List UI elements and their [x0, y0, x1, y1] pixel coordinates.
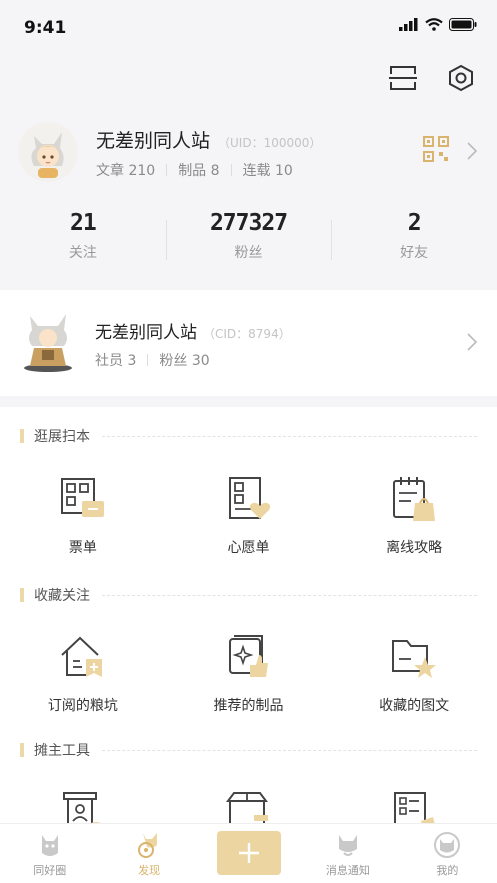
count-following[interactable]: 21 关注: [0, 210, 166, 272]
discover-icon: [138, 833, 158, 858]
section-row: 票单 心愿单 离线攻略: [0, 475, 497, 557]
count-value: 277327: [209, 210, 288, 236]
count-label: 粉丝: [234, 245, 263, 261]
chevron-right-icon[interactable]: [467, 333, 477, 351]
tools-panel: 逛展扫本 票单 心愿单 离线攻略 收藏关注 订阅的粮坑 推荐的制品 收藏的图文 …: [0, 407, 497, 832]
divider: [166, 164, 168, 176]
tab-discover[interactable]: 发现: [99, 824, 198, 883]
settings-hex-icon: [449, 64, 473, 92]
divider: [230, 164, 232, 176]
section-bar: [20, 588, 24, 602]
battery-icon: [449, 18, 477, 31]
status-time: 9:41: [24, 18, 67, 38]
club-members: 社员 3: [95, 353, 137, 369]
ticket-icon: [60, 478, 104, 517]
settings-button[interactable]: [445, 62, 477, 94]
divider: [102, 594, 477, 596]
tab-circle[interactable]: 同好圈: [0, 824, 99, 883]
wifi-icon: [425, 18, 443, 31]
section-header: 收藏关注: [20, 586, 477, 604]
section-title: 收藏关注: [34, 588, 90, 604]
club-card[interactable]: 无差别同人站 （CID：8794） 社员 3 粉丝 30: [0, 290, 497, 396]
tab-publish[interactable]: [199, 824, 298, 883]
section-bar: [20, 429, 24, 443]
subscribe-house-icon: [61, 636, 102, 677]
plus-icon: [238, 843, 259, 863]
status-icons: [399, 18, 477, 31]
profile-uid: （UID：100000）: [218, 136, 322, 150]
follow-counts: 21 关注 277327 粉丝 2 好友: [0, 210, 497, 272]
count-fans[interactable]: 277327 粉丝: [165, 210, 332, 272]
tab-label: 发现: [138, 864, 161, 877]
tool-recommended[interactable]: 推荐的制品: [166, 633, 332, 715]
scan-button[interactable]: [387, 62, 419, 94]
status-bar: 9:41: [0, 0, 497, 56]
club-avatar-illustration: [24, 314, 72, 372]
avatar[interactable]: [18, 122, 78, 182]
club-fans: 粉丝 30: [159, 353, 210, 369]
club-stats: 社员 3 粉丝 30: [95, 350, 210, 370]
profile-stats: 文章 210 制品 8 连载 10: [96, 160, 293, 180]
club-cid: （CID：8794）: [203, 327, 291, 341]
signal-icon: [399, 18, 418, 31]
count-value: 21: [69, 210, 97, 236]
tool-offline-guide[interactable]: 离线攻略: [331, 475, 497, 557]
divider: [147, 354, 149, 366]
recommend-icon: [228, 635, 268, 677]
circle-cat-icon: [41, 835, 58, 856]
stat-serials: 连载 10: [242, 163, 293, 179]
count-friends[interactable]: 2 好友: [331, 210, 497, 272]
section-header: 逛展扫本: [20, 427, 477, 445]
tab-label: 消息通知: [325, 864, 370, 877]
section-title: 摊主工具: [34, 743, 90, 759]
tool-saved-posts[interactable]: 收藏的图文: [331, 633, 497, 715]
profile-header[interactable]: 无差别同人站 （UID：100000） 文章 210 制品 8 连载 10: [0, 118, 497, 198]
profile-name: 无差别同人站: [96, 130, 211, 152]
tab-label: 同好圈: [33, 864, 67, 877]
section-title: 逛展扫本: [34, 429, 90, 445]
wishlist-icon: [228, 477, 270, 519]
tab-mine[interactable]: 我的: [398, 824, 497, 883]
section-row: 订阅的粮坑 推荐的制品 收藏的图文: [0, 633, 497, 715]
stat-articles: 文章 210: [96, 163, 156, 179]
publish-button[interactable]: [216, 831, 281, 875]
tool-label: 收藏的图文: [379, 698, 450, 714]
profile-cat-icon: [434, 832, 461, 858]
stat-products: 制品 8: [178, 163, 220, 179]
tool-label: 推荐的制品: [213, 698, 284, 714]
section-bar: [20, 743, 24, 757]
chevron-right-icon[interactable]: [467, 142, 477, 160]
folder-star-icon: [392, 640, 437, 678]
offline-guide-icon: [393, 477, 436, 521]
tab-messages[interactable]: 消息通知: [298, 824, 397, 883]
profile-name-line: 无差别同人站 （UID：100000）: [96, 126, 321, 153]
count-value: 2: [407, 210, 422, 236]
message-icon: [338, 835, 357, 856]
tool-label: 心愿单: [227, 540, 270, 556]
tool-tickets[interactable]: 票单: [0, 475, 166, 557]
count-label: 关注: [68, 245, 97, 261]
avatar-illustration: [18, 122, 78, 182]
tool-label: 票单: [68, 540, 97, 556]
qr-code-button[interactable]: [423, 136, 449, 166]
count-label: 好友: [400, 245, 429, 261]
club-name: 无差别同人站: [95, 323, 197, 343]
club-avatar: [20, 308, 76, 374]
tool-label: 订阅的粮坑: [47, 698, 118, 714]
divider: [102, 749, 477, 751]
qr-code-icon: [423, 136, 449, 162]
section-header: 摊主工具: [20, 741, 477, 759]
bottom-tab-bar: 同好圈 发现 消息通知 我的: [0, 823, 497, 883]
tab-label: 我的: [436, 864, 459, 877]
divider: [102, 435, 477, 437]
tool-wishlist[interactable]: 心愿单: [166, 475, 332, 557]
scan-icon: [389, 66, 417, 90]
top-actions: [387, 62, 477, 94]
club-name-line: 无差别同人站 （CID：8794）: [95, 318, 291, 343]
tool-subscriptions[interactable]: 订阅的粮坑: [0, 633, 166, 715]
tool-label: 离线攻略: [386, 540, 443, 556]
